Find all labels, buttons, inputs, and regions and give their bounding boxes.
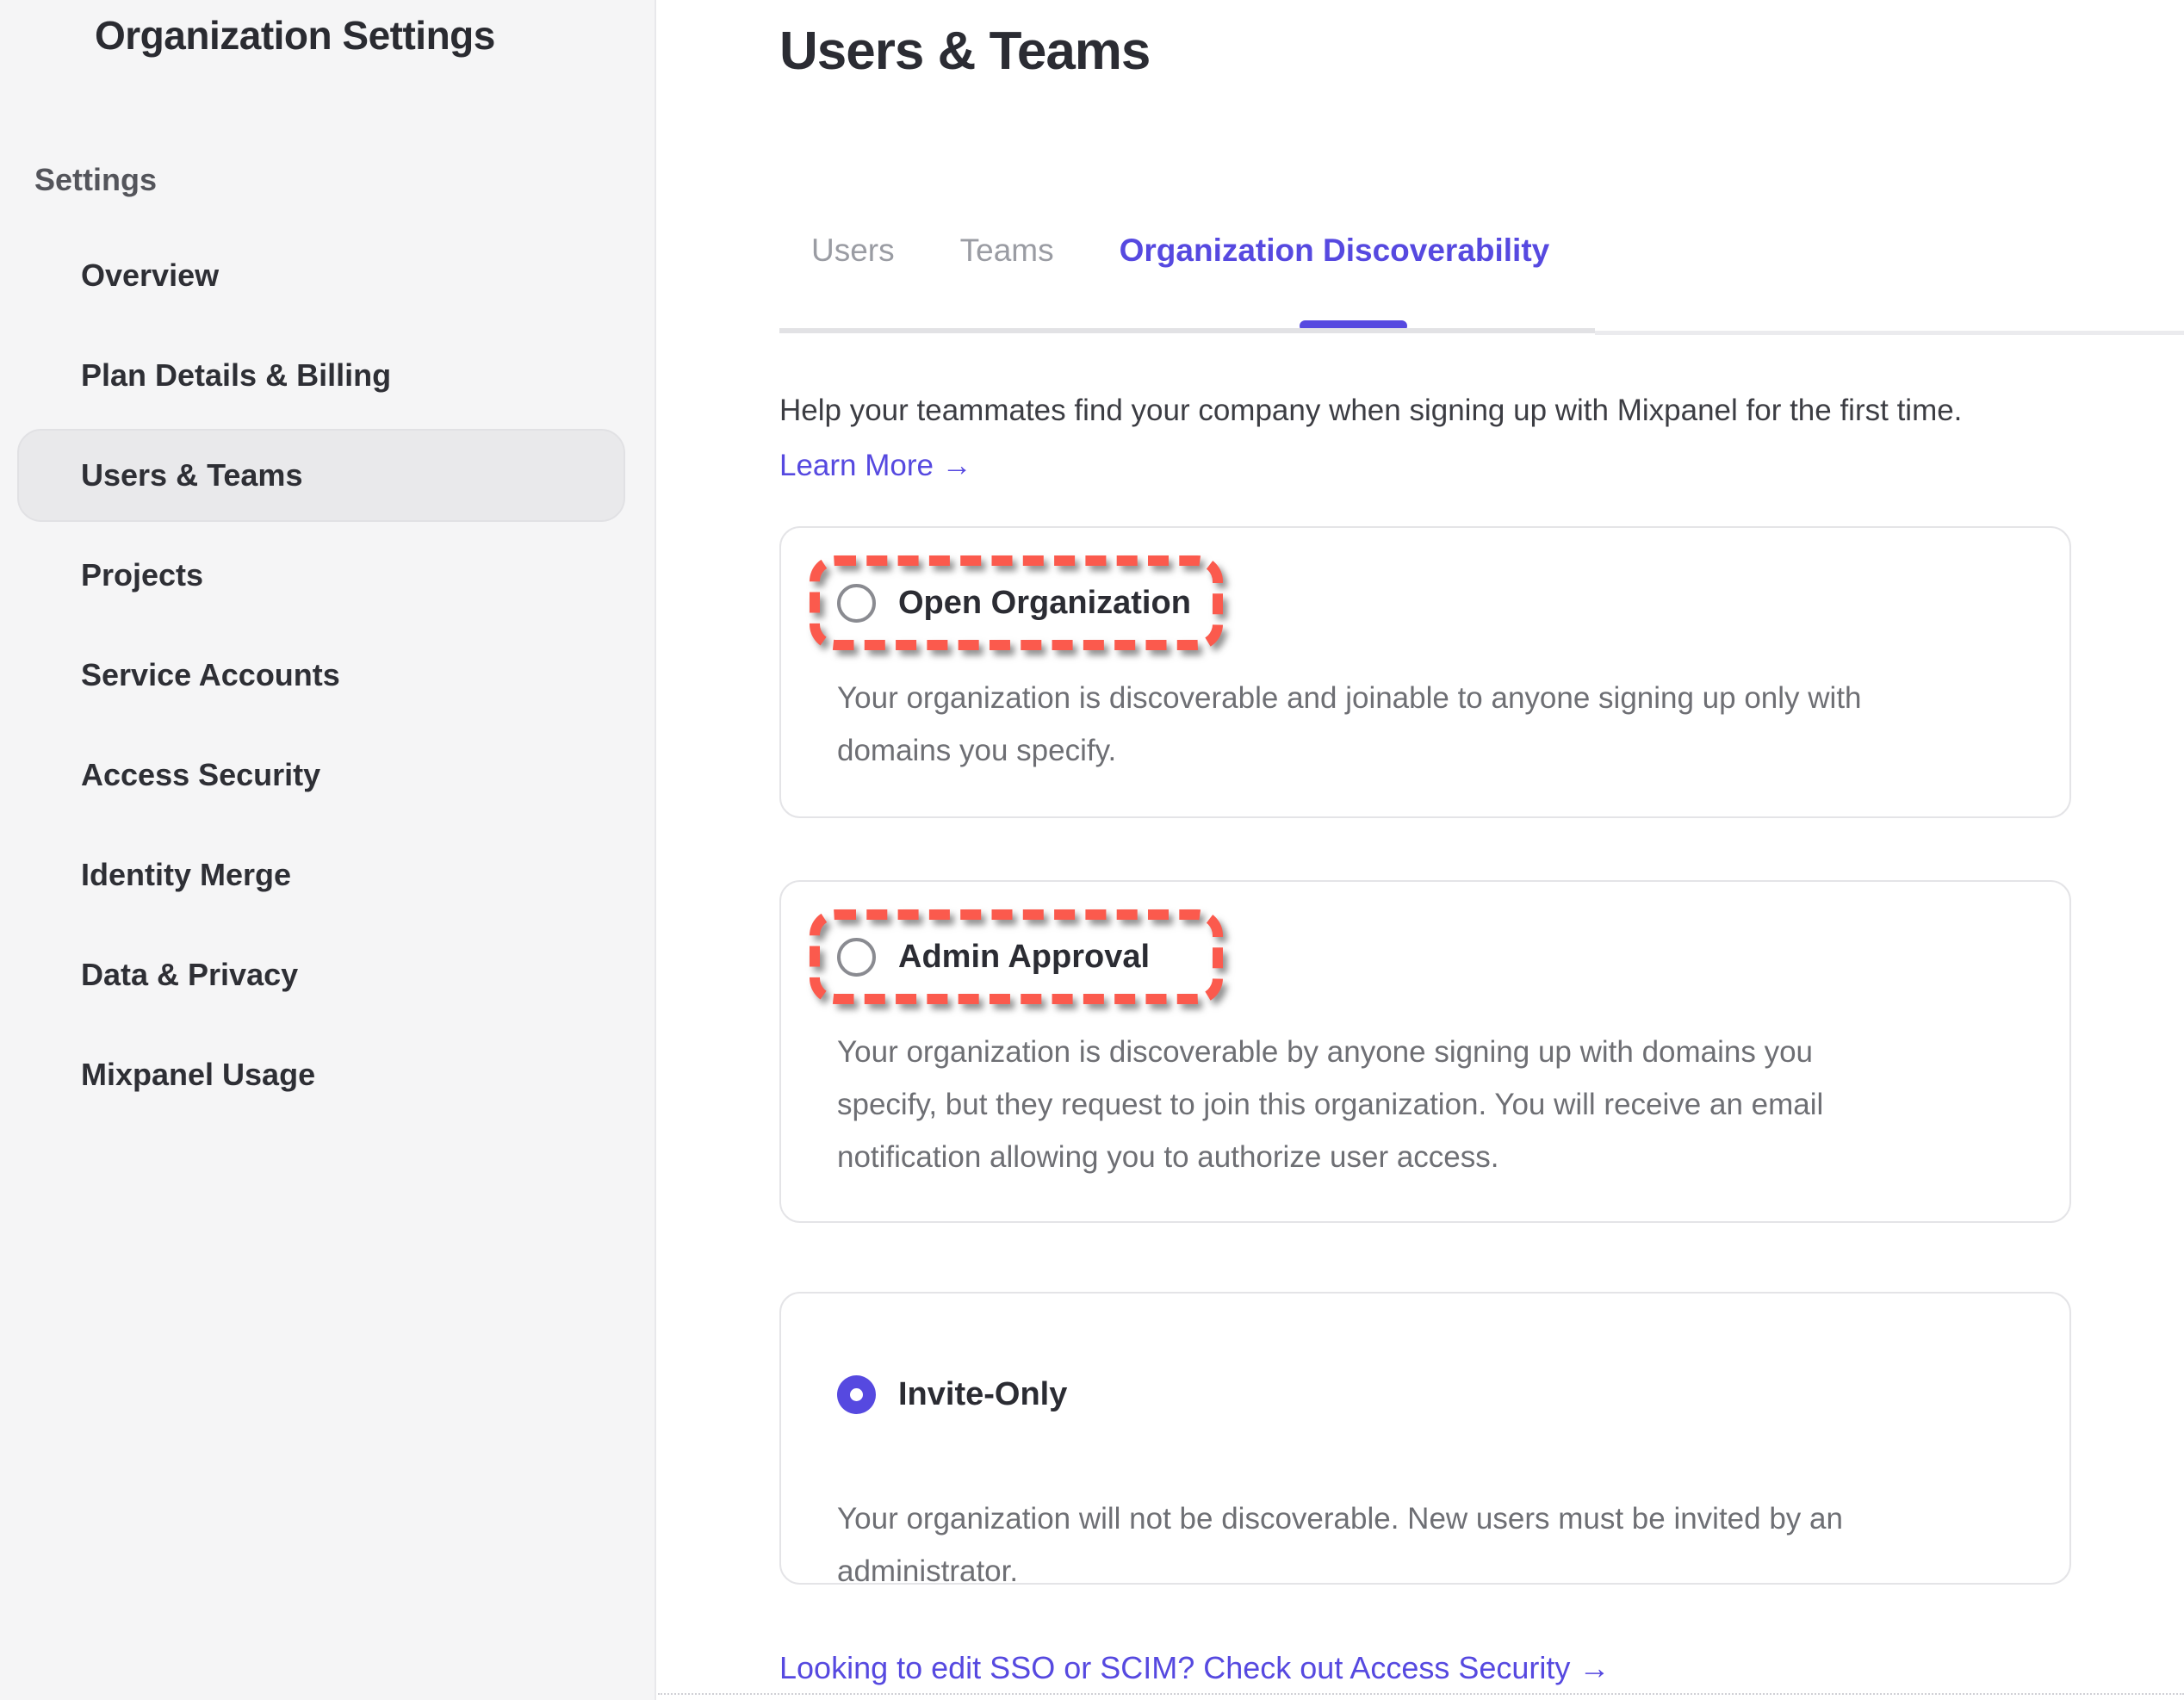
tab-divider: [1595, 331, 2184, 335]
access-security-link[interactable]: Looking to edit SSO or SCIM? Check out A…: [779, 1650, 1610, 1686]
sidebar-item-label: Overview: [81, 257, 219, 294]
description-line: Your organization is discoverable and jo…: [837, 672, 2069, 724]
option-row: Open Organization: [810, 555, 1223, 650]
tab-divider-dark-segment: [779, 328, 1595, 333]
option-description: Your organization is discoverable and jo…: [837, 672, 2069, 777]
sidebar-item-plan-details-billing[interactable]: Plan Details & Billing: [0, 326, 656, 425]
description-line: Your organization will not be discoverab…: [837, 1492, 2069, 1545]
sidebar-item-overview[interactable]: Overview: [0, 226, 656, 326]
bottom-divider: [658, 1693, 2184, 1695]
intro-text: Help your teammates find your company wh…: [779, 384, 1962, 437]
sidebar-item-label: Service Accounts: [81, 657, 340, 693]
page-title: Users & Teams: [779, 21, 1150, 82]
tab-users[interactable]: Users: [779, 230, 928, 271]
tab-bar: Users Teams Organization Discoverability: [779, 230, 1582, 271]
sidebar-item-label: Projects: [81, 557, 203, 593]
tab-organization-discoverability[interactable]: Organization Discoverability: [1087, 230, 1583, 271]
sidebar-item-projects[interactable]: Projects: [0, 525, 656, 625]
option-description: Your organization will not be discoverab…: [837, 1492, 2069, 1598]
learn-more-link[interactable]: Learn More →: [779, 439, 972, 493]
sidebar-item-label: Mixpanel Usage: [81, 1057, 315, 1093]
option-card-open-organization[interactable]: Open Organization Your organization is d…: [779, 526, 2071, 818]
radio-dot: [850, 1388, 863, 1401]
description-line: Your organization is discoverable by any…: [837, 1026, 2069, 1078]
description-line: administrator.: [837, 1545, 2069, 1598]
sidebar-item-service-accounts[interactable]: Service Accounts: [0, 625, 656, 725]
option-description: Your organization is discoverable by any…: [837, 1026, 2069, 1183]
sidebar-section-label: Settings: [34, 162, 157, 198]
sidebar-item-label: Data & Privacy: [81, 957, 298, 993]
radio-button-open-organization[interactable]: [837, 584, 876, 623]
option-label[interactable]: Open Organization: [898, 585, 1191, 622]
option-row: Invite-Only: [810, 1347, 1223, 1442]
sidebar-title: Organization Settings: [95, 12, 495, 59]
sidebar-item-label: Identity Merge: [81, 857, 291, 893]
main-content: Users & Teams Users Teams Organization D…: [658, 0, 2184, 1700]
sidebar-item-label: Access Security: [81, 757, 320, 793]
sidebar-item-users-teams[interactable]: Users & Teams: [0, 425, 656, 525]
sidebar-item-data-privacy[interactable]: Data & Privacy: [0, 925, 656, 1025]
sidebar-item-mixpanel-usage[interactable]: Mixpanel Usage: [0, 1025, 656, 1125]
radio-button-invite-only-selected[interactable]: [837, 1375, 876, 1414]
description-line: domains you specify.: [837, 724, 2069, 777]
description-line: specify, but they request to join this o…: [837, 1078, 2069, 1131]
tab-teams[interactable]: Teams: [928, 230, 1087, 271]
sidebar-item-label: Plan Details & Billing: [81, 357, 391, 394]
option-label[interactable]: Invite-Only: [898, 1376, 1067, 1413]
radio-button-admin-approval[interactable]: [837, 938, 876, 977]
sidebar-item-label: Users & Teams: [81, 457, 302, 493]
sidebar: Organization Settings Settings Overview …: [0, 0, 656, 1700]
description-line: notification allowing you to authorize u…: [837, 1131, 2069, 1183]
sidebar-item-access-security[interactable]: Access Security: [0, 725, 656, 825]
sidebar-nav: Overview Plan Details & Billing Users & …: [0, 226, 656, 1125]
sidebar-item-identity-merge[interactable]: Identity Merge: [0, 825, 656, 925]
option-label[interactable]: Admin Approval: [898, 939, 1150, 976]
option-card-admin-approval[interactable]: Admin Approval Your organization is disc…: [779, 880, 2071, 1223]
option-card-invite-only[interactable]: Invite-Only Your organization will not b…: [779, 1292, 2071, 1585]
option-row: Admin Approval: [810, 909, 1223, 1004]
